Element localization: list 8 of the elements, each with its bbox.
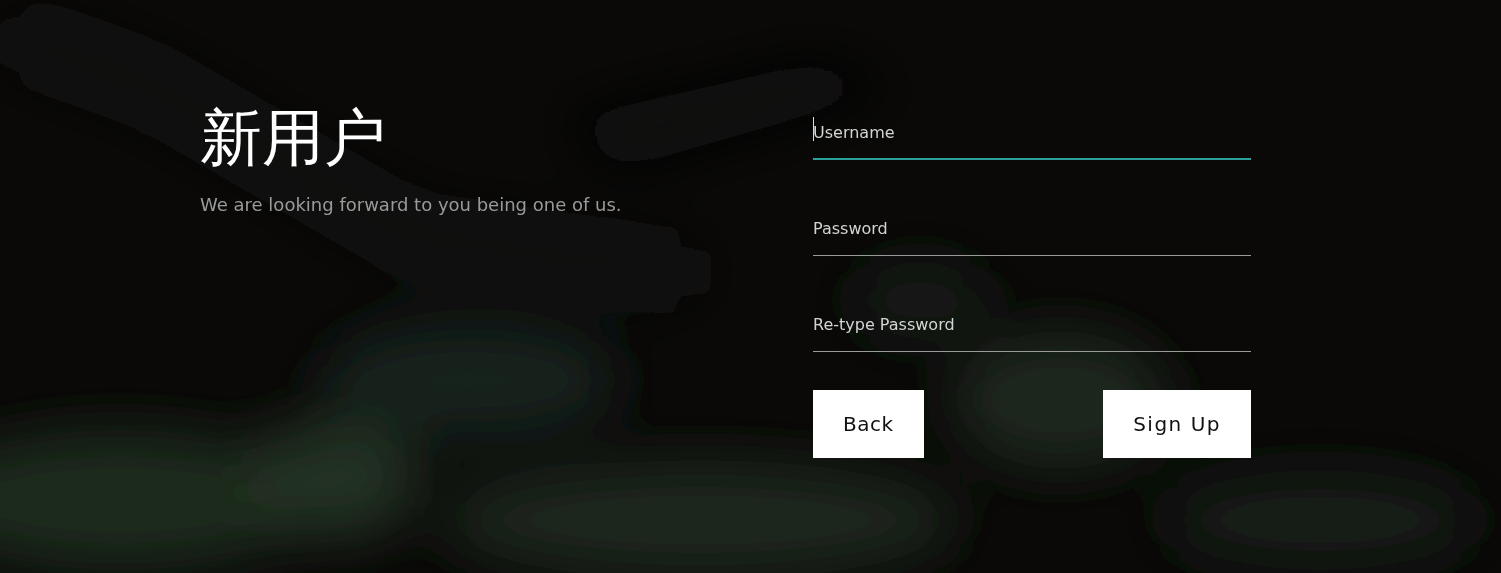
page-title: 新用户	[200, 100, 387, 176]
text-cursor	[813, 117, 814, 141]
sign-up-button[interactable]: Sign Up	[1103, 390, 1251, 458]
subtitle: We are looking forward to you being one of us.	[200, 194, 623, 215]
input-field[interactable]: Password	[813, 208, 1251, 256]
input-field[interactable]: Re-type Password	[813, 304, 1251, 352]
back-button[interactable]: Back	[813, 390, 924, 458]
input-field[interactable]: Username	[813, 112, 1251, 160]
